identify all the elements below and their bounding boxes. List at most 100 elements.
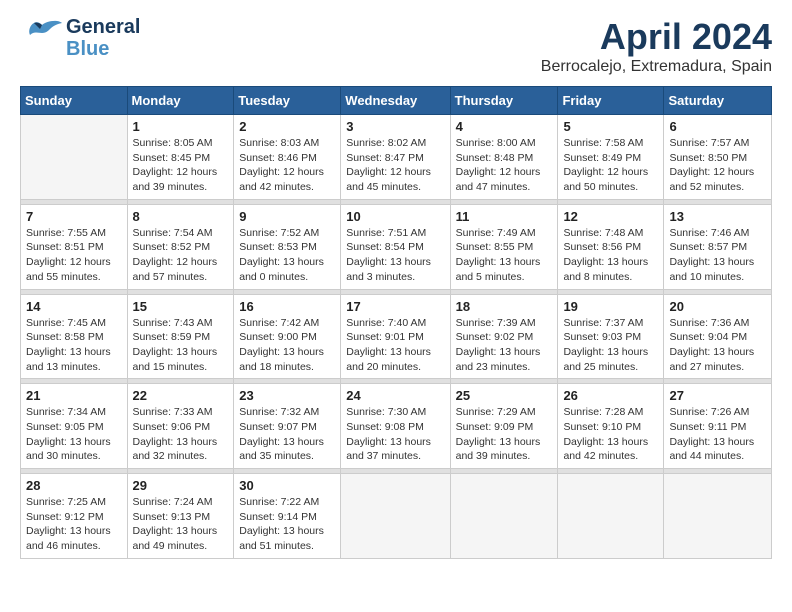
table-row: 22Sunrise: 7:33 AMSunset: 9:06 PMDayligh…: [127, 384, 234, 469]
day-info: Sunrise: 8:05 AMSunset: 8:45 PMDaylight:…: [133, 136, 229, 195]
day-number: 19: [563, 299, 658, 314]
day-info: Sunrise: 7:32 AMSunset: 9:07 PMDaylight:…: [239, 405, 335, 464]
day-info: Sunrise: 7:58 AMSunset: 8:49 PMDaylight:…: [563, 136, 658, 195]
day-number: 10: [346, 209, 444, 224]
col-thursday: Thursday: [450, 87, 558, 115]
day-info: Sunrise: 7:57 AMSunset: 8:50 PMDaylight:…: [669, 136, 766, 195]
col-friday: Friday: [558, 87, 664, 115]
day-number: 14: [26, 299, 122, 314]
day-number: 8: [133, 209, 229, 224]
day-info: Sunrise: 7:22 AMSunset: 9:14 PMDaylight:…: [239, 495, 335, 554]
day-info: Sunrise: 7:37 AMSunset: 9:03 PMDaylight:…: [563, 316, 658, 375]
day-number: 2: [239, 119, 335, 134]
location-title: Berrocalejo, Extremadura, Spain: [541, 58, 772, 76]
day-number: 13: [669, 209, 766, 224]
table-row: 26 Sunrise: 7:28 AMSunset: 9:10 PMDayligh…: [558, 384, 664, 469]
day-info: Sunrise: 7:54 AMSunset: 8:52 PMDaylight:…: [133, 226, 229, 285]
day-info: Sunrise: 7:26 AMSunset: 9:11 PMDaylight:…: [669, 405, 766, 464]
day-info: Sunrise: 7:48 AMSunset: 8:56 PMDaylight:…: [563, 226, 658, 285]
day-info: Sunrise: 7:42 AMSunset: 9:00 PMDaylight:…: [239, 316, 335, 375]
table-row: 27 Sunrise: 7:26 AMSunset: 9:11 PMDayligh…: [664, 384, 772, 469]
col-saturday: Saturday: [664, 87, 772, 115]
table-row: 16 Sunrise: 7:42 AMSunset: 9:00 PMDayligh…: [234, 294, 341, 379]
logo-blue: Blue: [66, 38, 140, 60]
table-row: 29 Sunrise: 7:24 AMSunset: 9:13 PMDayligh…: [127, 474, 234, 559]
day-number: 16: [239, 299, 335, 314]
table-row: 4 Sunrise: 8:00 AMSunset: 8:48 PMDaylight…: [450, 115, 558, 200]
day-info: Sunrise: 7:28 AMSunset: 9:10 PMDaylight:…: [563, 405, 658, 464]
day-info: Sunrise: 8:03 AMSunset: 8:46 PMDaylight:…: [239, 136, 335, 195]
day-info: Sunrise: 7:33 AMSunset: 9:06 PMDaylight:…: [133, 405, 229, 464]
day-info: Sunrise: 7:40 AMSunset: 9:01 PMDaylight:…: [346, 316, 444, 375]
table-row: 10Sunrise: 7:51 AMSunset: 8:54 PMDayligh…: [341, 204, 450, 289]
table-row: 24Sunrise: 7:30 AMSunset: 9:08 PMDayligh…: [341, 384, 450, 469]
table-row: 23 Sunrise: 7:32 AMSunset: 9:07 PMDayligh…: [234, 384, 341, 469]
day-number: 18: [456, 299, 553, 314]
table-row: 17 Sunrise: 7:40 AMSunset: 9:01 PMDayligh…: [341, 294, 450, 379]
table-row: 18Sunrise: 7:39 AMSunset: 9:02 PMDayligh…: [450, 294, 558, 379]
day-number: 24: [346, 388, 444, 403]
logo-icon: [20, 17, 64, 55]
day-number: 6: [669, 119, 766, 134]
day-number: 1: [133, 119, 229, 134]
logo: General Blue: [20, 16, 140, 60]
col-wednesday: Wednesday: [341, 87, 450, 115]
table-row: 7Sunrise: 7:55 AMSunset: 8:51 PMDaylight…: [21, 204, 128, 289]
day-info: Sunrise: 8:00 AMSunset: 8:48 PMDaylight:…: [456, 136, 553, 195]
day-info: Sunrise: 7:24 AMSunset: 9:13 PMDaylight:…: [133, 495, 229, 554]
table-row: 6 Sunrise: 7:57 AMSunset: 8:50 PMDaylight…: [664, 115, 772, 200]
col-monday: Monday: [127, 87, 234, 115]
day-info: Sunrise: 7:43 AMSunset: 8:59 PMDaylight:…: [133, 316, 229, 375]
logo-general: General: [66, 16, 140, 38]
day-number: 21: [26, 388, 122, 403]
day-number: 30: [239, 478, 335, 493]
table-row: 13 Sunrise: 7:46 AMSunset: 8:57 PMDayligh…: [664, 204, 772, 289]
day-info: Sunrise: 7:49 AMSunset: 8:55 PMDaylight:…: [456, 226, 553, 285]
table-row: 19 Sunrise: 7:37 AMSunset: 9:03 PMDayligh…: [558, 294, 664, 379]
calendar-header-row: Sunday Monday Tuesday Wednesday Thursday…: [21, 87, 772, 115]
table-row: [450, 474, 558, 559]
col-sunday: Sunday: [21, 87, 128, 115]
table-row: 9Sunrise: 7:52 AMSunset: 8:53 PMDaylight…: [234, 204, 341, 289]
day-info: Sunrise: 7:34 AMSunset: 9:05 PMDaylight:…: [26, 405, 122, 464]
table-row: [341, 474, 450, 559]
table-row: 14Sunrise: 7:45 AMSunset: 8:58 PMDayligh…: [21, 294, 128, 379]
day-number: 26: [563, 388, 658, 403]
table-row: [558, 474, 664, 559]
day-number: 5: [563, 119, 658, 134]
day-number: 3: [346, 119, 444, 134]
day-info: Sunrise: 7:29 AMSunset: 9:09 PMDaylight:…: [456, 405, 553, 464]
calendar-week-row: 14Sunrise: 7:45 AMSunset: 8:58 PMDayligh…: [21, 294, 772, 379]
table-row: 8 Sunrise: 7:54 AMSunset: 8:52 PMDaylight…: [127, 204, 234, 289]
day-info: Sunrise: 7:46 AMSunset: 8:57 PMDaylight:…: [669, 226, 766, 285]
calendar-week-row: 28Sunrise: 7:25 AMSunset: 9:12 PMDayligh…: [21, 474, 772, 559]
table-row: 2 Sunrise: 8:03 AMSunset: 8:46 PMDaylight…: [234, 115, 341, 200]
table-row: 21 Sunrise: 7:34 AMSunset: 9:05 PMDayligh…: [21, 384, 128, 469]
day-number: 28: [26, 478, 122, 493]
day-number: 7: [26, 209, 122, 224]
col-tuesday: Tuesday: [234, 87, 341, 115]
day-number: 12: [563, 209, 658, 224]
day-number: 23: [239, 388, 335, 403]
table-row: 28Sunrise: 7:25 AMSunset: 9:12 PMDayligh…: [21, 474, 128, 559]
day-number: 25: [456, 388, 553, 403]
day-number: 4: [456, 119, 553, 134]
table-row: [21, 115, 128, 200]
table-row: 5 Sunrise: 7:58 AMSunset: 8:49 PMDaylight…: [558, 115, 664, 200]
title-block: April 2024 Berrocalejo, Extremadura, Spa…: [541, 16, 772, 76]
day-number: 27: [669, 388, 766, 403]
calendar-week-row: 21 Sunrise: 7:34 AMSunset: 9:05 PMDayligh…: [21, 384, 772, 469]
day-number: 9: [239, 209, 335, 224]
table-row: [664, 474, 772, 559]
table-row: 3Sunrise: 8:02 AMSunset: 8:47 PMDaylight…: [341, 115, 450, 200]
page-header: General Blue April 2024 Berrocalejo, Ext…: [20, 16, 772, 76]
calendar-table: Sunday Monday Tuesday Wednesday Thursday…: [20, 86, 772, 559]
day-number: 17: [346, 299, 444, 314]
day-number: 15: [133, 299, 229, 314]
day-number: 29: [133, 478, 229, 493]
month-title: April 2024: [541, 16, 772, 58]
day-number: 20: [669, 299, 766, 314]
calendar-week-row: 1 Sunrise: 8:05 AMSunset: 8:45 PMDaylight…: [21, 115, 772, 200]
table-row: 30 Sunrise: 7:22 AMSunset: 9:14 PMDayligh…: [234, 474, 341, 559]
table-row: 12 Sunrise: 7:48 AMSunset: 8:56 PMDayligh…: [558, 204, 664, 289]
